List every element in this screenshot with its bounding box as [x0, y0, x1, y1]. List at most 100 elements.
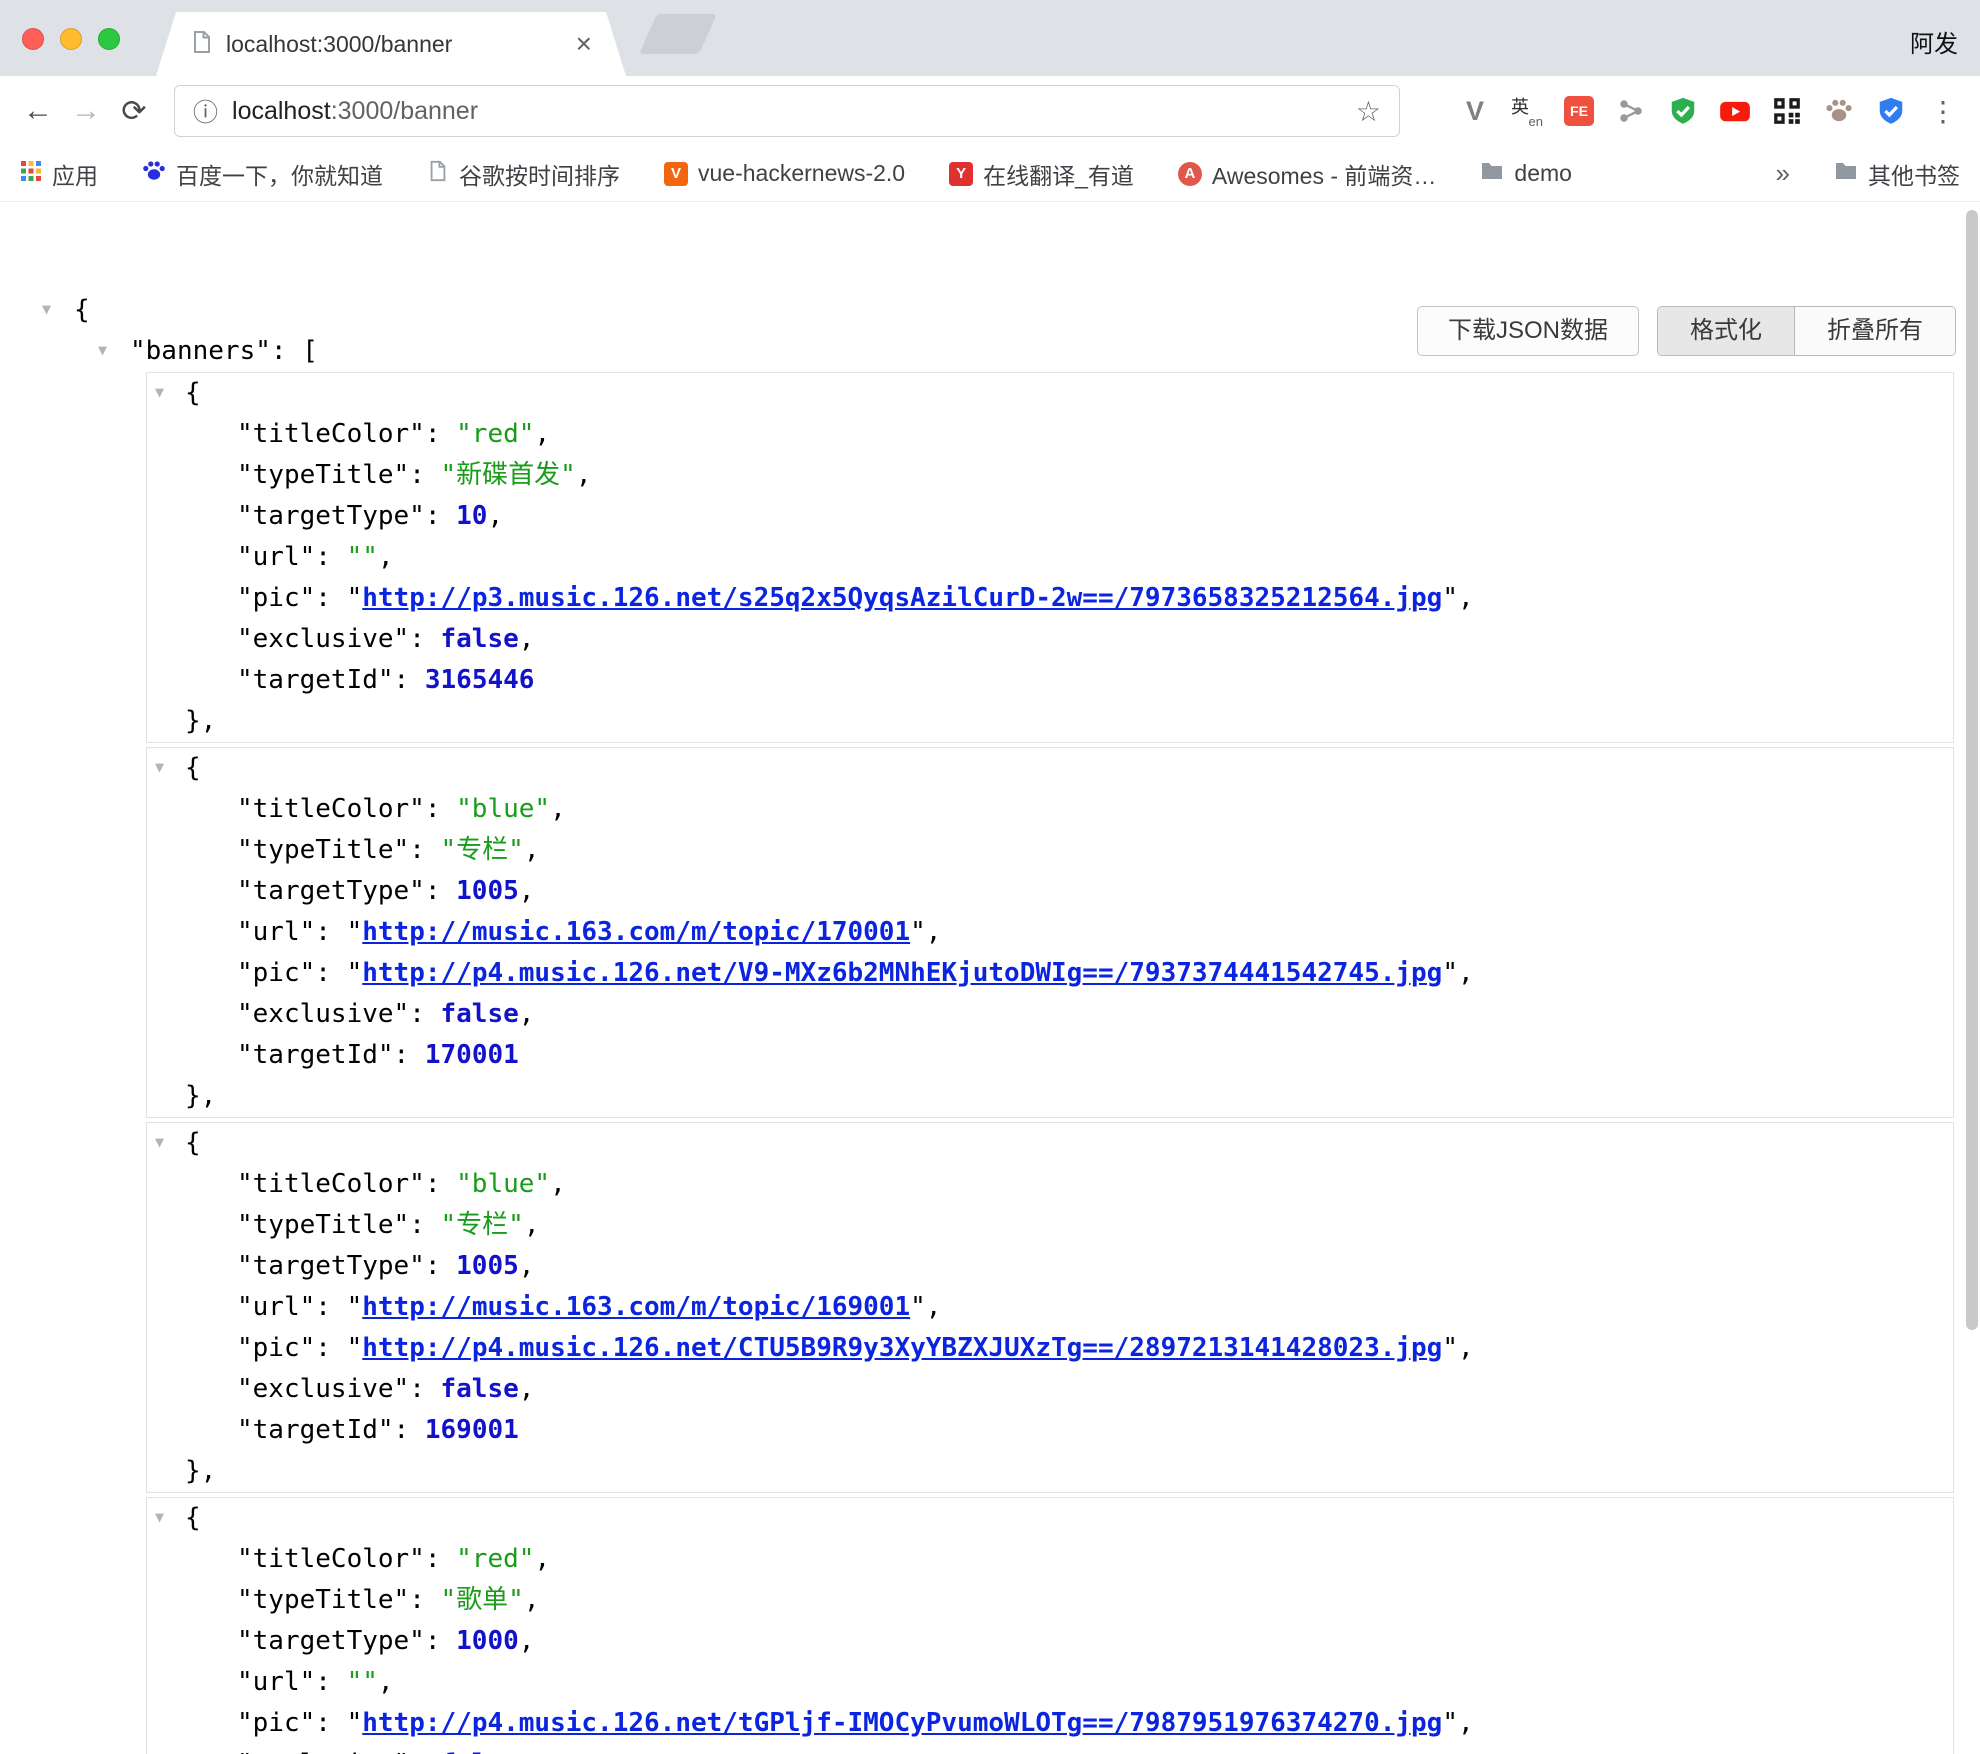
toolbar: ← → ⟳ ⓘ localhost:3000/banner ☆ V 英en FE	[0, 76, 1980, 146]
graph-icon[interactable]	[1608, 88, 1654, 134]
forward-button[interactable]: →	[62, 87, 110, 135]
json-punct: ,	[926, 1292, 942, 1322]
baidu-paw-icon	[142, 159, 166, 189]
bookmark-star-icon[interactable]: ☆	[1356, 95, 1381, 128]
apps-grid-icon	[20, 160, 42, 188]
browser-tab[interactable]: localhost:3000/banner ×	[156, 12, 626, 76]
back-button[interactable]: ←	[14, 87, 62, 135]
bookmark-google-sort[interactable]: 谷歌按时间排序	[427, 157, 620, 191]
json-key: "titleColor"	[237, 419, 425, 449]
qr-code-icon[interactable]	[1764, 88, 1810, 134]
address-bar[interactable]: ⓘ localhost:3000/banner ☆	[174, 85, 1400, 137]
json-key: "exclusive"	[237, 624, 409, 654]
blue-shield-icon[interactable]	[1868, 88, 1914, 134]
json-punct: ,	[1458, 583, 1474, 613]
vimium-icon[interactable]: V	[1452, 88, 1498, 134]
green-shield-icon[interactable]	[1660, 88, 1706, 134]
json-punct: :	[409, 460, 440, 490]
youtube-icon[interactable]	[1712, 88, 1758, 134]
new-tab-button[interactable]	[639, 14, 717, 54]
json-url-link[interactable]: http://p4.music.126.net/CTU5B9R9y3XyYBZX…	[362, 1333, 1442, 1363]
json-punct: :	[315, 1292, 346, 1322]
json-punct: {	[185, 378, 201, 408]
bookmark-vue-hackernews[interactable]: V vue-hackernews-2.0	[664, 160, 905, 187]
collapse-toggle-icon[interactable]: ▼	[98, 329, 107, 370]
collapse-toggle-icon[interactable]: ▼	[155, 746, 164, 787]
translate-icon[interactable]: 英en	[1504, 88, 1550, 134]
json-key: "targetId"	[237, 665, 394, 695]
site-info-icon[interactable]: ⓘ	[193, 93, 218, 129]
json-punct: ,	[1458, 1333, 1474, 1363]
json-line: "titleColor": "blue",	[147, 1164, 1953, 1205]
json-boolean-value: false	[441, 624, 519, 654]
collapse-toggle-icon[interactable]: ▼	[155, 1496, 164, 1537]
other-bookmarks-folder[interactable]: 其他书签	[1834, 157, 1960, 191]
apps-shortcut[interactable]: 应用	[20, 157, 98, 191]
json-punct: :	[425, 876, 456, 906]
json-number-value: 169001	[425, 1415, 519, 1445]
paw-icon[interactable]	[1816, 88, 1862, 134]
json-url-link[interactable]: http://p4.music.126.net/V9-MXz6b2MNhEKju…	[362, 958, 1442, 988]
json-punct: ,	[1458, 958, 1474, 988]
close-window-button[interactable]	[22, 28, 44, 50]
json-punct: : [	[271, 336, 318, 366]
json-line: "titleColor": "blue",	[147, 789, 1953, 830]
json-key: "titleColor"	[237, 1169, 425, 1199]
json-punct: :	[315, 583, 346, 613]
browser-menu-icon[interactable]: ⋮	[1920, 88, 1966, 134]
json-number-value: 3165446	[425, 665, 535, 695]
json-punct: "	[910, 1292, 926, 1322]
json-url-link[interactable]: http://p4.music.126.net/tGPljf-IMOCyPvum…	[362, 1708, 1442, 1738]
json-line: "pic": "http://p3.music.126.net/s25q2x5Q…	[147, 578, 1953, 619]
json-line: "targetId": 170001	[147, 1035, 1953, 1076]
bookmark-awesomes[interactable]: A Awesomes - 前端资…	[1178, 157, 1437, 191]
json-punct: {	[185, 753, 201, 783]
json-boolean-value: false	[441, 1749, 519, 1754]
vertical-scrollbar[interactable]	[1966, 210, 1978, 1330]
json-punct: "	[347, 917, 363, 947]
json-line: "url": "",	[147, 1662, 1953, 1703]
json-punct: ,	[534, 419, 550, 449]
json-key: "pic"	[237, 958, 315, 988]
profile-name[interactable]: 阿发	[1910, 24, 1958, 59]
json-key: "url"	[237, 1667, 315, 1697]
collapse-toggle-icon[interactable]: ▼	[42, 288, 51, 329]
tab-title: localhost:3000/banner	[226, 31, 564, 58]
json-punct: {	[185, 1503, 201, 1533]
json-url-link[interactable]: http://music.163.com/m/topic/169001	[362, 1292, 910, 1322]
bookmarks-overflow-chevron[interactable]: »	[1776, 158, 1790, 189]
json-punct: ,	[524, 1585, 540, 1615]
collapse-toggle-icon[interactable]: ▼	[155, 371, 164, 412]
json-line: "pic": "http://p4.music.126.net/V9-MXz6b…	[147, 953, 1953, 994]
json-punct: "	[1442, 1708, 1458, 1738]
bookmark-baidu[interactable]: 百度一下，你就知道	[142, 157, 383, 191]
json-url-link[interactable]: http://music.163.com/m/topic/170001	[362, 917, 910, 947]
json-line: "exclusive": false,	[147, 1744, 1953, 1754]
json-punct: ,	[576, 460, 592, 490]
json-punct: ,	[550, 1169, 566, 1199]
json-key: "exclusive"	[237, 999, 409, 1029]
zoom-window-button[interactable]	[98, 28, 120, 50]
page-content: 下载JSON数据 格式化 折叠所有 ▼{▼"banners": [▼{"titl…	[0, 290, 1980, 1754]
bookmark-youdao-translate[interactable]: Y 在线翻译_有道	[949, 157, 1134, 191]
collapse-toggle-icon[interactable]: ▼	[155, 1121, 164, 1162]
json-line: "exclusive": false,	[147, 994, 1953, 1035]
tab-close-icon[interactable]: ×	[576, 30, 592, 58]
page-icon	[427, 160, 449, 188]
json-punct: :	[425, 1251, 456, 1281]
minimize-window-button[interactable]	[60, 28, 82, 50]
json-line: ▼"banners": [	[0, 331, 1980, 372]
json-punct: :	[394, 1415, 425, 1445]
json-punct: :	[409, 624, 440, 654]
bookmark-label: 在线翻译_有道	[983, 157, 1134, 191]
reload-button[interactable]: ⟳	[110, 87, 158, 135]
json-punct: :	[409, 1374, 440, 1404]
json-url-link[interactable]: http://p3.music.126.net/s25q2x5QyqsAzilC…	[362, 583, 1442, 613]
json-punct: ,	[519, 999, 535, 1029]
fe-icon[interactable]: FE	[1556, 88, 1602, 134]
bookmark-label: demo	[1514, 160, 1572, 187]
json-line: "titleColor": "red",	[147, 414, 1953, 455]
bookmark-folder-demo[interactable]: demo	[1480, 159, 1572, 189]
json-line: "targetId": 3165446	[147, 660, 1953, 701]
json-punct: ,	[550, 794, 566, 824]
